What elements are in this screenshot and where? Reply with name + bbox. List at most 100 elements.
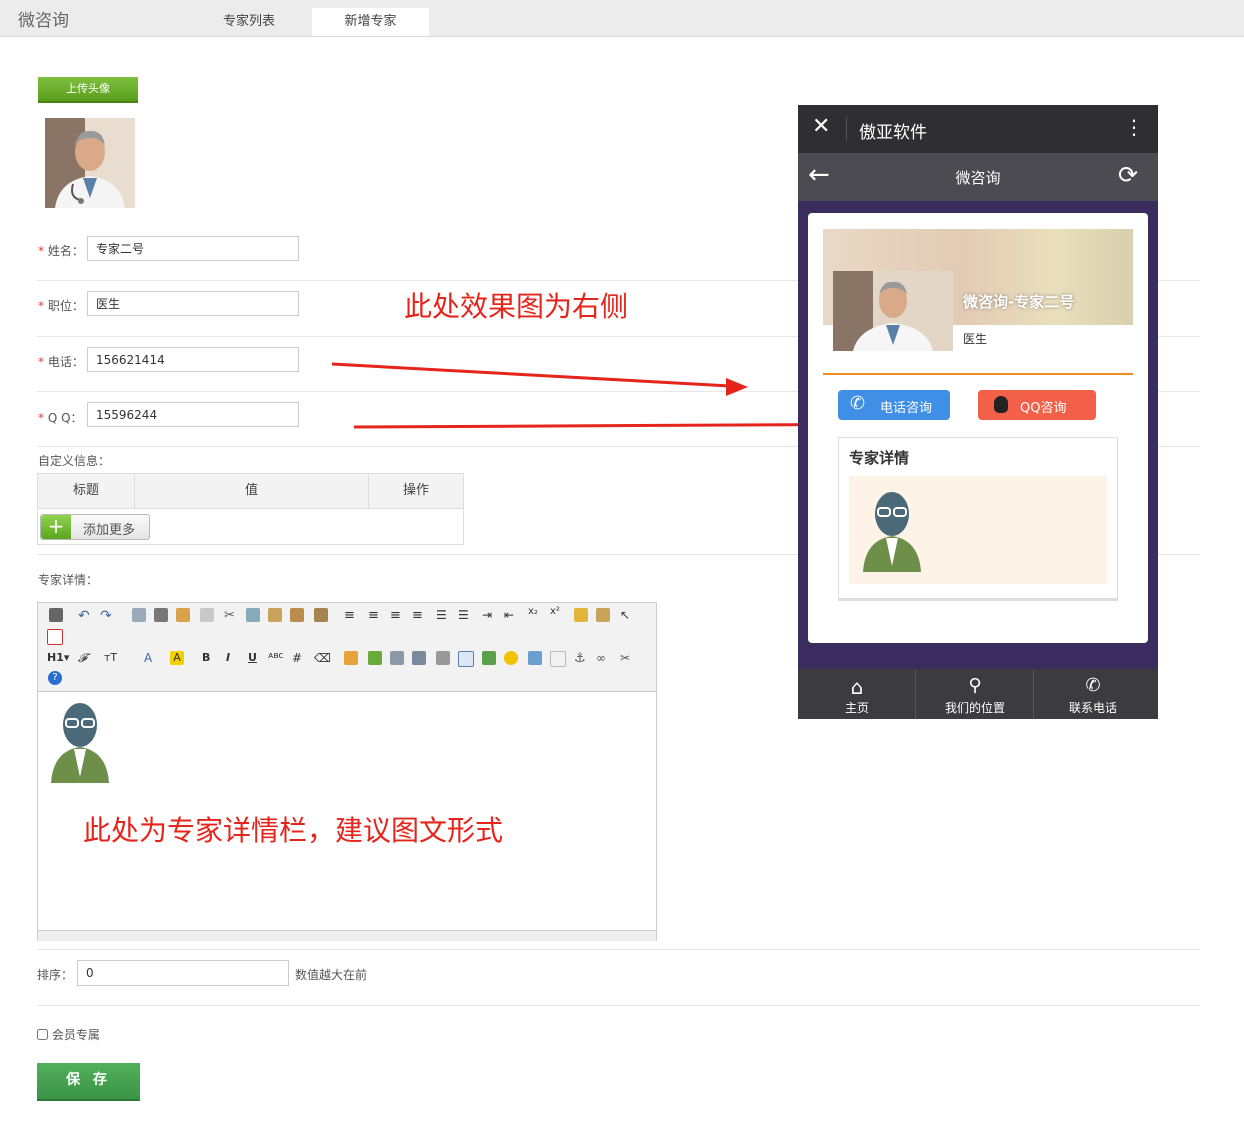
editor-resize-bar[interactable]: [38, 930, 656, 941]
paste-text-icon[interactable]: [290, 608, 304, 622]
bold-button[interactable]: B: [202, 651, 210, 664]
eraser-icon[interactable]: ⌫: [314, 651, 331, 665]
copy-icon[interactable]: [246, 608, 260, 622]
font-size-icon[interactable]: ᴛT: [104, 651, 118, 665]
details-content: [849, 476, 1107, 584]
paste-word-icon[interactable]: [314, 608, 328, 622]
add-more-button[interactable]: + 添加更多: [40, 514, 150, 540]
insert-below-icon[interactable]: [482, 651, 496, 665]
phone-input[interactable]: [87, 347, 299, 372]
divider: [37, 1005, 1200, 1006]
custom-info-label: 自定义信息：: [38, 454, 111, 468]
sort-label: 排序：: [37, 968, 74, 982]
upload-avatar-button[interactable]: 上传头像: [38, 77, 138, 103]
phone-window-bar: ✕ 傲亚软件 ⋮: [798, 105, 1158, 153]
rich-text-editor[interactable]: ↶ ↷ ✂ ≡ ≡ ≡ ≡ ☰ ☰ ⇥ ⇤ x₂ x² ↖ H1▾ 𝓕 ᴛT A…: [37, 602, 657, 941]
preview-note: 此处效果图为右侧: [404, 290, 629, 323]
name-label: * 姓名：: [38, 244, 84, 258]
qq-consult-button[interactable]: QQ咨询: [978, 390, 1096, 420]
expert-position: 医生: [963, 332, 988, 346]
font-color-icon[interactable]: A: [144, 651, 158, 665]
code-icon[interactable]: [200, 608, 214, 622]
tab-expert-list[interactable]: 专家列表: [192, 8, 306, 36]
phone-call-icon: ✆: [1085, 675, 1101, 696]
unlink-icon[interactable]: ✂: [620, 651, 634, 665]
subscript-icon[interactable]: x₂: [528, 606, 542, 620]
redo-icon[interactable]: ↷: [100, 608, 114, 624]
preview-icon[interactable]: [132, 608, 146, 622]
map-icon[interactable]: [390, 651, 404, 665]
expert-photo: [833, 271, 953, 354]
link-icon[interactable]: ∞: [596, 651, 610, 665]
delete-row-icon[interactable]: [368, 651, 382, 665]
indent-icon[interactable]: ⇥: [482, 608, 496, 622]
superscript-icon[interactable]: x²: [550, 606, 564, 620]
justify-icon[interactable]: ≡: [412, 608, 426, 623]
plus-icon: +: [41, 515, 71, 539]
sort-input[interactable]: [77, 960, 289, 986]
window-title: 傲亚软件: [859, 123, 927, 143]
bullet-list-icon[interactable]: ☰: [458, 608, 472, 622]
member-only-label: 会员专属: [51, 1028, 100, 1042]
paste-icon[interactable]: [268, 608, 282, 622]
attachment-icon[interactable]: [436, 651, 450, 665]
qq-input[interactable]: [87, 402, 299, 427]
cut-icon[interactable]: ✂: [224, 608, 238, 623]
fullscreen-icon[interactable]: [47, 629, 63, 645]
more-icon[interactable]: ⋮: [1124, 115, 1144, 139]
phone-page-title: 微咨询: [955, 169, 1001, 187]
details-image: [863, 492, 921, 572]
divider: [37, 949, 1200, 950]
details-heading: 专家详情: [849, 449, 910, 467]
accent-divider: [823, 373, 1133, 375]
table-grid-icon[interactable]: #: [292, 651, 306, 665]
italic-button[interactable]: I: [226, 651, 230, 664]
clear-format-icon[interactable]: [574, 608, 588, 622]
expert-title: 微咨询-专家二号: [963, 293, 1075, 311]
insert-row-icon[interactable]: [344, 651, 358, 665]
cursor-icon[interactable]: ↖: [620, 608, 634, 622]
heading-dropdown[interactable]: H1▾: [47, 651, 69, 664]
emoji-icon[interactable]: [504, 651, 518, 665]
tab-add-expert[interactable]: 新增专家: [312, 8, 429, 36]
member-only-checkbox-row[interactable]: 会员专属: [37, 1026, 100, 1043]
image-icon[interactable]: [528, 651, 542, 665]
arrowhead-icon: [726, 378, 748, 396]
source-icon[interactable]: [49, 608, 63, 622]
position-input[interactable]: [87, 291, 299, 316]
align-left-icon[interactable]: ≡: [344, 608, 358, 623]
outdent-icon[interactable]: ⇤: [504, 608, 518, 622]
call-consult-button[interactable]: ✆ 电话咨询: [838, 390, 950, 420]
page-break-icon[interactable]: [550, 651, 566, 667]
select-all-icon[interactable]: [596, 608, 610, 622]
print-icon[interactable]: [154, 608, 168, 622]
arrow-to-phone-button-line: [331, 362, 731, 388]
strikethrough-icon[interactable]: ᴀʙᴄ: [268, 651, 284, 665]
app-title: 微咨询: [18, 11, 69, 31]
name-input[interactable]: [87, 236, 299, 261]
table-icon[interactable]: [458, 651, 474, 667]
ordered-list-icon[interactable]: ☰: [436, 608, 450, 622]
highlight-icon[interactable]: A: [170, 651, 184, 665]
nav-contact-phone[interactable]: ✆ 联系电话: [1034, 669, 1152, 719]
underline-button[interactable]: U: [248, 651, 257, 664]
save-button[interactable]: 保 存: [37, 1063, 140, 1101]
video-icon[interactable]: [412, 651, 426, 665]
editor-content-image: [47, 701, 113, 786]
nav-location[interactable]: ⚲ 我们的位置: [916, 669, 1034, 719]
undo-icon[interactable]: ↶: [78, 608, 92, 624]
column-header-value: 值: [135, 474, 369, 509]
member-only-checkbox[interactable]: [37, 1029, 48, 1040]
nav-home[interactable]: ⌂ 主页: [798, 669, 916, 719]
home-icon: ⌂: [850, 675, 864, 699]
align-center-icon[interactable]: ≡: [368, 608, 382, 623]
template-icon[interactable]: [176, 608, 190, 622]
refresh-icon[interactable]: ⟳: [1118, 161, 1138, 189]
align-right-icon[interactable]: ≡: [390, 608, 404, 623]
font-family-icon[interactable]: 𝓕: [78, 651, 92, 665]
close-icon[interactable]: ✕: [812, 115, 830, 139]
help-icon[interactable]: ?: [48, 671, 62, 685]
column-header-title: 标题: [38, 474, 135, 509]
qq-penguin-icon: [994, 396, 1008, 413]
anchor-icon[interactable]: ⚓: [574, 651, 588, 666]
